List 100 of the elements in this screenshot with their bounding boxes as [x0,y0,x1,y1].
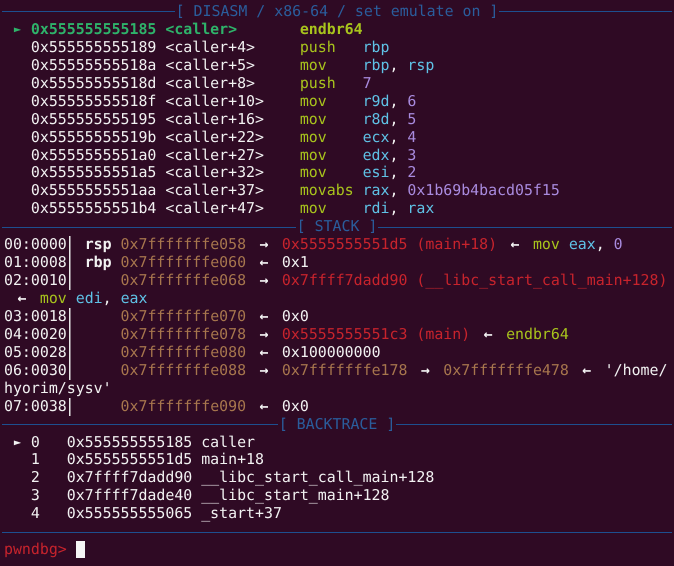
section-title: [ STACK ] [296,218,378,236]
section-title: [ DISASM / x86-64 / set emulate on ] [174,3,500,21]
pointer-arrow: ← [581,362,592,380]
instruction-mnemonic: movabs [300,182,355,200]
register-name: eax [120,289,148,307]
symbol-label: <caller+27> [165,146,265,164]
instruction-mnemonic: mov [532,235,560,254]
frame-address: 0x7ffff7dade40 [66,487,194,506]
pointer-arrow: ← [16,290,28,308]
operand-separator: , [389,56,398,74]
register-label: rsp [84,236,112,254]
frame-number: 3 [30,487,41,506]
instruction-address: 0x55555555518d [30,74,158,93]
stack-address: 0x7fffffffe068 [120,271,246,290]
instruction-address: 0x555555555185 [30,20,158,39]
instruction-mnemonic: mov [300,128,328,146]
pointer-arrow: → [258,272,270,290]
stack-address: 0x7fffffffe178 [282,360,408,379]
frame-symbol: caller [201,434,256,452]
immediate-value: 5 [407,110,416,128]
stack-offset: 07:0038 [4,396,67,415]
operand-separator: , [389,146,398,164]
frame-address: 0x555555555185 [66,434,194,452]
register-name: rsp [407,56,434,74]
register-name: edx [362,146,390,164]
immediate-value: 3 [407,146,416,164]
stack-address: 0x7fffffffe058 [120,235,246,254]
stack-address: 0x7fffffffe070 [120,306,246,325]
instruction-mnemonic: mov [300,110,328,129]
symbol-label: <caller+4> [165,38,256,57]
instruction-address: 0x55555555519b [30,128,158,146]
register-name: rbp [362,38,390,56]
string-value: hyorim/sysv' [4,378,112,397]
stack-offset: 03:0018 [4,306,67,325]
stack-offset: 05:0028 [4,342,67,361]
symbol-label: <caller> [165,20,238,39]
pointer-arrow: → [420,362,431,380]
value-text: 0x100000000 [282,342,381,361]
pointer-arrow: ← [258,254,270,272]
text-cursor [76,541,85,558]
symbol-label: <caller+32> [165,164,265,182]
stack-offset: 02:0010 [4,271,67,290]
instruction-address: 0x5555555551a5 [30,164,158,182]
immediate-value: 7 [362,74,372,92]
stack-offset: 01:0008 [4,253,67,272]
symbol-label: <caller+16> [165,110,265,129]
symbol-label: <caller+8> [165,74,256,93]
code-pointer: 0x5555555551d5 [282,235,408,254]
stack-offset: 00:0000 [4,235,67,254]
symbol-label: <caller+5> [165,56,256,75]
operand-separator: , [102,289,112,307]
register-name: r8d [362,110,390,128]
instruction-mnemonic: push [300,74,337,93]
stack-address: 0x7fffffffe078 [120,324,246,343]
stack-address: 0x7fffffffe080 [120,342,246,361]
pointer-arrow: → [258,362,270,380]
stack-address: 0x7fffffffe090 [120,396,246,415]
pointer-arrow: ← [258,344,270,362]
code-pointer: (__libc_start_call_main+128) [416,271,668,290]
pointer-arrow: ← [258,398,270,416]
operand-separator: , [596,235,605,254]
register-name: esi [362,163,390,182]
symbol-label: <caller+47> [165,200,265,218]
instruction-mnemonic: push [300,38,337,57]
frame-number: 1 [30,451,41,470]
code-pointer: 0x5555555551c3 [282,324,408,343]
pointer-arrow: → [258,326,270,344]
stack-offset: 04:0020 [4,324,67,343]
code-pointer: (main+18) [416,235,498,254]
operand-separator: , [389,181,398,200]
immediate-value: 0x1b69b4bacd05f15 [407,181,560,200]
pointer-arrow: ← [482,326,494,344]
frame-symbol: __libc_start_main+128 [201,487,390,506]
instruction-mnemonic: endbr64 [506,324,569,343]
operand-separator: , [389,199,398,218]
frame-address: 0x7ffff7dadd90 [66,469,194,488]
register-name: edi [76,289,103,307]
frame-number: 0 [30,434,41,452]
current-marker: ► [14,434,22,450]
code-pointer: 0x7ffff7dadd90 [282,271,408,290]
instruction-address: 0x555555555195 [30,110,158,129]
immediate-value: 6 [407,92,416,110]
pointer-arrow: ← [258,308,270,326]
register-name: eax [568,235,596,254]
string-value: '/home/ [604,360,668,379]
symbol-label: <caller+10> [165,92,265,111]
instruction-mnemonic: mov [300,146,328,164]
register-name: rbp [362,56,390,74]
instruction-mnemonic: mov [300,56,328,75]
instruction-address: 0x55555555518a [30,56,158,75]
value-text: 0x0 [282,306,309,325]
immediate-value: 4 [407,128,416,146]
operand-separator: , [389,128,398,146]
frame-symbol: main+18 [201,451,264,470]
instruction-address: 0x5555555551aa [30,182,158,200]
value-text: 0x0 [282,396,309,415]
instruction-mnemonic: mov [300,200,328,218]
instruction-mnemonic: mov [40,289,67,307]
operand-separator: , [389,110,398,128]
instruction-address: 0x5555555551b4 [30,200,158,218]
